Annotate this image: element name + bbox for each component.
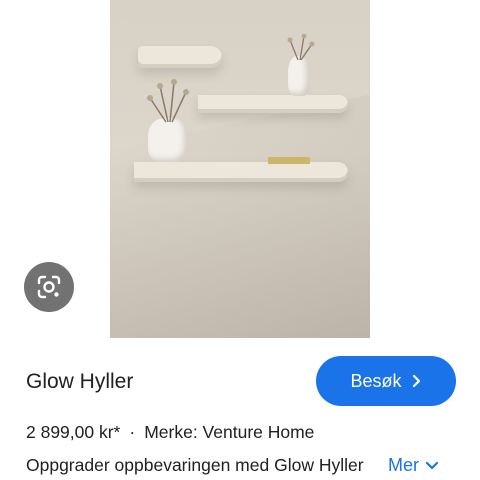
shelf-large [134,162,348,182]
dried-flowers-right [287,34,315,60]
visit-button-label: Besøk [350,370,402,391]
vase-right [288,56,310,96]
product-meta: 2 899,00 kr* · Merke: Venture Home [26,422,314,443]
google-lens-button[interactable] [24,262,74,312]
more-button[interactable]: Mer [388,455,439,476]
wall-shadow [110,85,370,338]
product-photo[interactable] [110,0,370,338]
visit-button[interactable]: Besøk [316,356,456,406]
chevron-right-icon [412,374,420,388]
dried-flowers-left [147,79,189,123]
google-lens-icon [37,275,61,299]
product-title: Glow Hyller [26,370,134,393]
shelf-middle [198,95,348,113]
more-button-label: Mer [388,455,419,475]
shelf-small [138,46,222,68]
meta-separator: · [129,422,136,442]
product-image-area [0,0,480,338]
product-price: 2 899,00 kr* [26,422,121,442]
product-brand: Merke: Venture Home [144,422,315,442]
chevron-down-icon [425,461,439,469]
product-description: Oppgrader oppbevaringen med Glow Hyller [26,455,364,475]
vase-left [148,118,188,162]
book-on-shelf [268,157,310,164]
